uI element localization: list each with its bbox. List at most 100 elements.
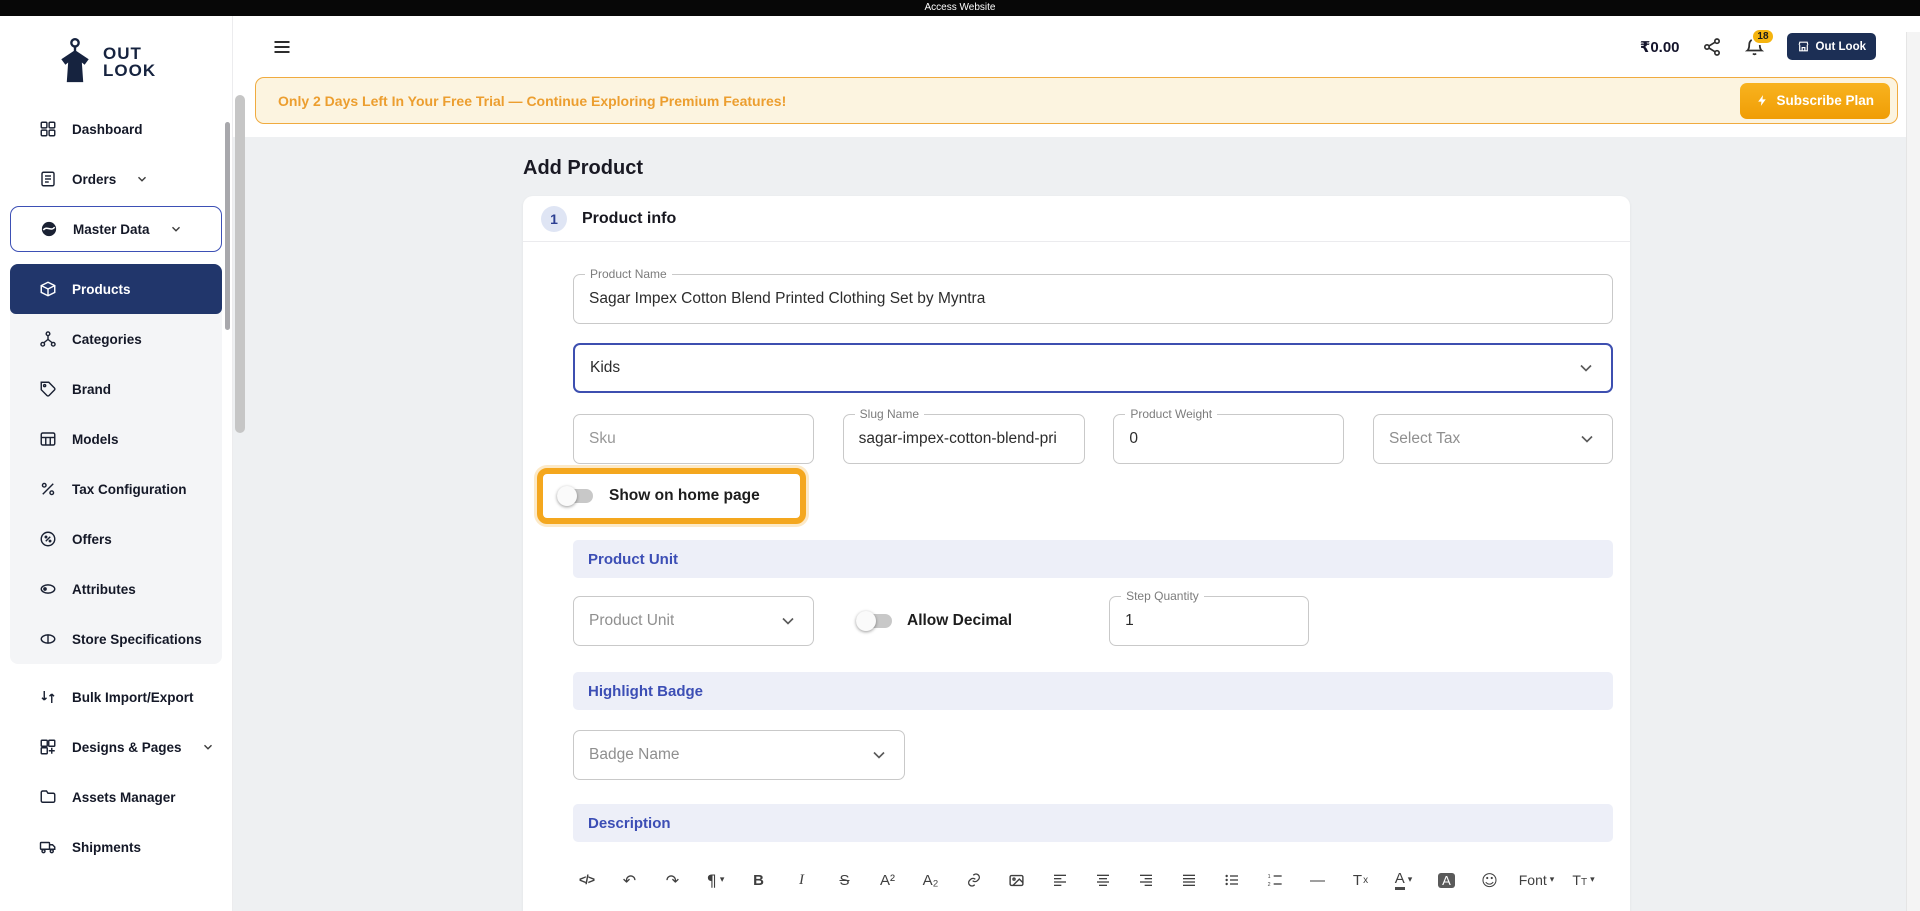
sidebar-item-label: Tax Configuration (72, 482, 187, 497)
sidebar-item-categories[interactable]: Categories (10, 314, 222, 364)
sidebar-item-label: Assets Manager (72, 790, 176, 805)
sidebar-item-store-specifications[interactable]: Store Specifications (10, 614, 222, 664)
step-title: Product info (582, 210, 676, 228)
sidebar-item-shipments[interactable]: Shipments (0, 822, 232, 872)
product-weight-input[interactable] (1129, 430, 1328, 448)
editor-bold-button[interactable]: B (745, 865, 772, 895)
header-section: ₹0.00 18 (233, 16, 1920, 137)
editor-redo-button[interactable]: ↷ (659, 865, 686, 895)
chevron-down-icon (778, 611, 798, 631)
badge-name-select[interactable]: Badge Name (573, 730, 905, 780)
rich-text-editor-toolbar: </> ↶ ↷ ¶▾ BIS A² A₂ 12 — Tx A▾ A ☺ Font▾ TT▾ (573, 865, 1613, 895)
editor-insert-link-button[interactable] (960, 865, 987, 895)
store-button[interactable]: Out Look (1787, 33, 1876, 60)
editor-insert-image-button[interactable] (1003, 865, 1030, 895)
category-value: Kids (590, 359, 620, 377)
slug-input[interactable] (859, 430, 1069, 448)
content-area: Add Product 1 Product info Product Name … (233, 137, 1920, 911)
sidebar-item-label: Attributes (72, 582, 136, 597)
offers-icon (38, 530, 58, 548)
field-row: Slug Name Product Weight Select Tax (573, 414, 1613, 464)
editor-undo-button[interactable]: ↶ (616, 865, 643, 895)
editor-unordered-list-button[interactable] (1218, 865, 1245, 895)
categories-icon (38, 330, 58, 348)
sidebar-item-master-data[interactable]: Master Data (10, 206, 222, 252)
brand-icon (38, 380, 58, 398)
step-header: 1 Product info (523, 196, 1630, 242)
product-name-field: Product Name (573, 274, 1613, 324)
sidebar-item-label: Designs & Pages (72, 740, 182, 755)
sidebar-item-models[interactable]: Models (10, 414, 222, 464)
sidebar-item-bulk-import-export[interactable]: Bulk Import/Export (0, 672, 232, 722)
editor-strikethrough-button[interactable]: S (831, 865, 858, 895)
editor-ordered-list-button[interactable]: 12 (1261, 865, 1288, 895)
sku-input[interactable] (589, 430, 798, 448)
tax-placeholder: Select Tax (1389, 430, 1460, 448)
editor-paragraph-button[interactable]: ¶▾ (702, 865, 729, 895)
store-button-label: Out Look (1816, 41, 1866, 53)
product-unit-select[interactable]: Product Unit (573, 596, 814, 646)
sidebar-item-label: Brand (72, 382, 111, 397)
notifications-button[interactable]: 18 (1744, 36, 1765, 57)
bulk-import-export-icon (38, 688, 58, 706)
editor-emoji-button[interactable]: ☺ (1476, 865, 1503, 895)
editor-highlight-color-button[interactable]: A (1433, 865, 1460, 895)
sidebar-item-orders[interactable]: Orders (0, 154, 232, 204)
editor-subscript-button[interactable]: A₂ (917, 865, 944, 895)
show-on-home-toggle[interactable] (557, 486, 593, 506)
product-unit-section-header: Product Unit (573, 540, 1613, 578)
editor-superscript-button[interactable]: A² (874, 865, 901, 895)
editor-clear-format-button[interactable]: Tx (1347, 865, 1374, 895)
logo-line-2: LOOK (103, 62, 156, 79)
brand-logo[interactable]: OUT LOOK (0, 16, 232, 104)
product-name-input[interactable] (589, 290, 1597, 308)
lightning-bolt-icon (1756, 93, 1769, 108)
product-weight-label: Product Weight (1125, 407, 1217, 421)
sidebar-item-products[interactable]: Products (10, 264, 222, 314)
sidebar-item-label: Shipments (72, 840, 141, 855)
chevron-down-icon (1576, 358, 1596, 378)
product-unit-placeholder: Product Unit (589, 612, 674, 630)
sidebar-item-designs-pages[interactable]: Designs & Pages (0, 722, 232, 772)
editor-align-right-button[interactable] (1132, 865, 1159, 895)
sidebar-item-brand[interactable]: Brand (10, 364, 222, 414)
editor-code-view-button[interactable]: </> (573, 865, 600, 895)
sku-field (573, 414, 814, 464)
description-section-header: Description (573, 804, 1613, 842)
step-quantity-input[interactable] (1125, 612, 1293, 630)
category-select[interactable]: Kids (573, 343, 1613, 393)
sidebar-item-tax-configuration[interactable]: Tax Configuration (10, 464, 222, 514)
allow-decimal-toggle[interactable] (856, 611, 892, 631)
product-form: Product Name Kids (523, 242, 1630, 911)
sidebar-menu: DashboardOrdersMaster Data ProductsCatego… (0, 104, 232, 872)
editor-font-size-button[interactable]: TT▾ (1570, 865, 1597, 895)
sidebar-item-offers[interactable]: Offers (10, 514, 222, 564)
editor-align-center-button[interactable] (1089, 865, 1116, 895)
editor-font-color-button[interactable]: A▾ (1390, 865, 1417, 895)
allow-decimal-group: Allow Decimal (856, 611, 1012, 631)
models-icon (38, 430, 58, 448)
subscribe-plan-button[interactable]: Subscribe Plan (1740, 83, 1890, 119)
access-website-bar[interactable]: Access Website (0, 0, 1920, 16)
chevron-down-icon (201, 740, 215, 754)
storefront-icon (1797, 40, 1810, 53)
assets-manager-icon (38, 788, 58, 806)
master-data-icon (39, 220, 59, 238)
sidebar-item-attributes[interactable]: Attributes (10, 564, 222, 614)
hamburger-menu-icon[interactable] (272, 37, 292, 57)
editor-horizontal-rule-button[interactable]: — (1304, 865, 1331, 895)
sidebar-scrollbar[interactable] (225, 122, 230, 330)
sidebar: OUT LOOK DashboardOrdersMaster Data Produ… (0, 16, 233, 911)
allow-decimal-label: Allow Decimal (907, 612, 1012, 630)
tax-select[interactable]: Select Tax (1373, 414, 1613, 464)
main-scrollbar[interactable] (235, 95, 245, 433)
editor-italic-button[interactable]: I (788, 865, 815, 895)
editor-align-justify-button[interactable] (1175, 865, 1202, 895)
editor-align-left-button[interactable] (1046, 865, 1073, 895)
sidebar-item-assets-manager[interactable]: Assets Manager (0, 772, 232, 822)
editor-font-family-button[interactable]: Font▾ (1519, 865, 1554, 895)
toggle-thumb (856, 611, 876, 631)
share-button[interactable] (1702, 37, 1722, 57)
sidebar-item-dashboard[interactable]: Dashboard (0, 104, 232, 154)
subscribe-plan-label: Subscribe Plan (1776, 93, 1874, 108)
